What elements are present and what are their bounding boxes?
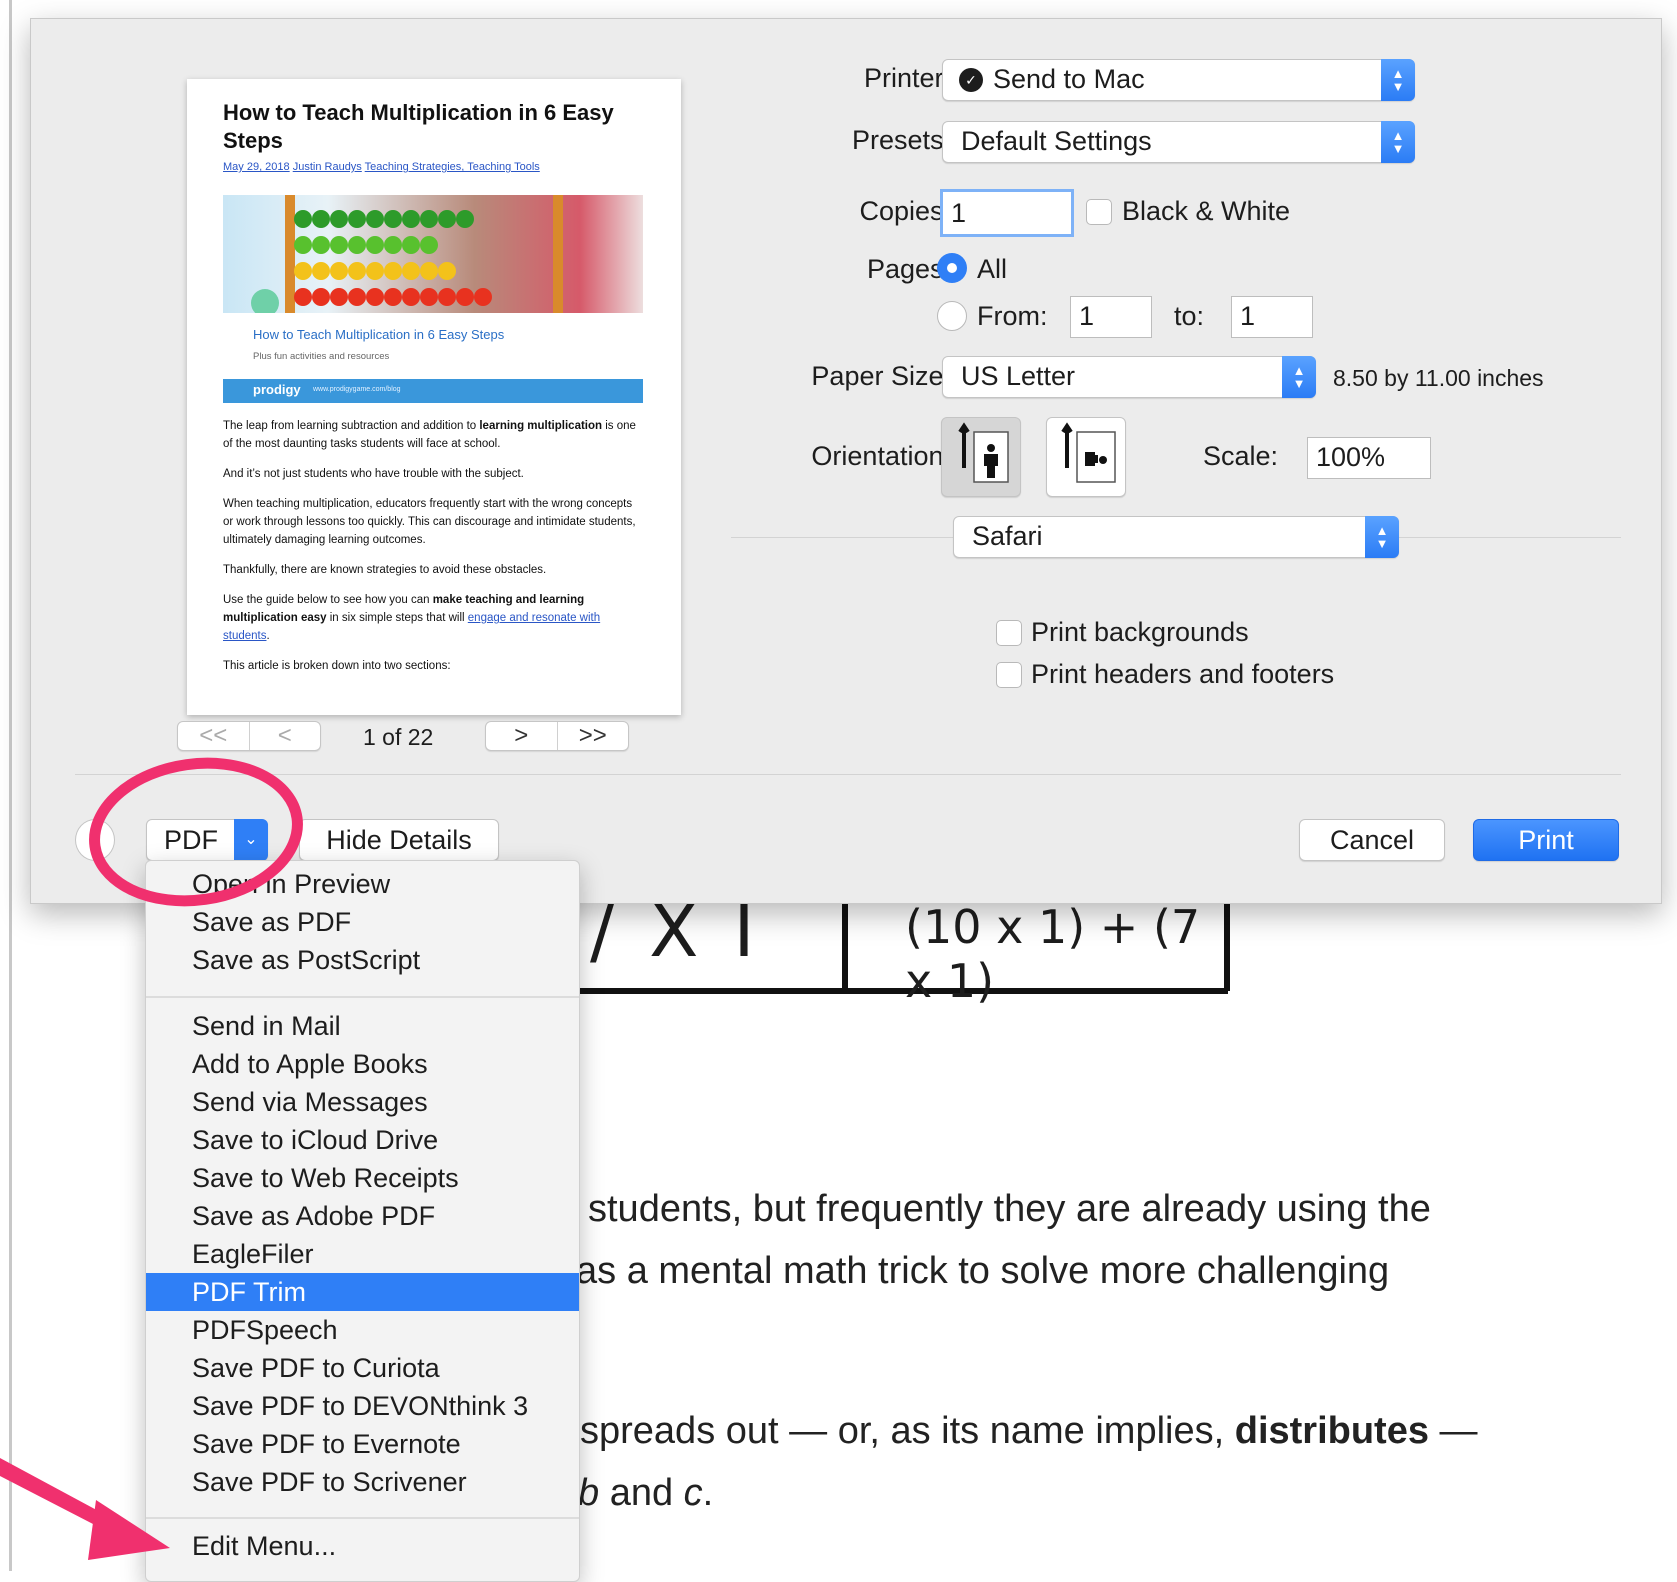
menu-item-pdfspeech[interactable]: PDFSpeech <box>146 1311 579 1349</box>
body-text-line: as a mental math trick to solve more cha… <box>576 1250 1390 1292</box>
print-dialog: How to Teach Multiplication in 6 Easy St… <box>30 18 1662 904</box>
copies-field[interactable]: 1 <box>940 189 1074 237</box>
black-white-label: Black & White <box>1122 196 1291 226</box>
chevron-up-down-icon: ▲ ▼ <box>1365 516 1399 558</box>
orientation-label: Orientation: <box>811 441 951 471</box>
menu-item-edit-menu[interactable]: Edit Menu... <box>146 1527 579 1565</box>
menu-item-save-to-icloud[interactable]: Save to iCloud Drive <box>146 1121 579 1159</box>
pages-to-field[interactable]: 1 <box>1231 296 1313 338</box>
chevron-up-down-icon: ▲ ▼ <box>1282 356 1316 398</box>
print-headers-footers-label: Print headers and footers <box>1031 659 1335 689</box>
menu-separator <box>146 1517 579 1519</box>
help-button[interactable] <box>75 819 115 861</box>
printer-value: Send to Mac <box>993 64 1145 94</box>
footer-divider <box>75 774 1621 775</box>
preview-brand-bar: prodigy www.prodigygame.com/blog <box>223 379 643 403</box>
background-table-fragment: / X I (10 x 1) + (7 x 1) <box>520 889 1230 1008</box>
preview-paragraph: Thankfully, there are known strategies t… <box>223 564 547 576</box>
paper-size-value: US Letter <box>961 361 1076 391</box>
menu-item-save-pdf-to-scrivener[interactable]: Save PDF to Scrivener <box>146 1463 579 1501</box>
last-page-button[interactable]: >> <box>556 722 629 750</box>
pages-all-label: All <box>977 254 1008 284</box>
orientation-landscape-button[interactable] <box>1046 417 1126 497</box>
pages-label: Pages: <box>866 254 951 284</box>
pages-to-label: to: <box>1174 301 1205 331</box>
body-text-line: b and c. <box>578 1472 714 1514</box>
scale-label: Scale: <box>1203 441 1279 471</box>
preview-paragraph: When teaching multiplication, educators … <box>223 498 636 546</box>
landscape-person-icon <box>1061 422 1116 483</box>
print-button[interactable]: Print <box>1473 819 1619 861</box>
menu-item-save-pdf-to-devonthink[interactable]: Save PDF to DEVONthink 3 <box>146 1387 579 1425</box>
menu-separator <box>146 996 579 998</box>
page-indicator: 1 of 22 <box>363 724 434 750</box>
scale-field[interactable]: 100% <box>1307 437 1431 479</box>
print-preview-page: How to Teach Multiplication in 6 Easy St… <box>187 79 681 715</box>
chevron-up-down-icon: ▲ ▼ <box>1381 121 1415 163</box>
menu-item-send-via-messages[interactable]: Send via Messages <box>146 1083 579 1121</box>
menu-item-eaglefiler[interactable]: EagleFiler <box>146 1235 579 1273</box>
brand-url: www.prodigygame.com/blog <box>313 386 401 393</box>
portrait-person-icon <box>958 422 1009 483</box>
pages-from-label: From: <box>977 301 1048 331</box>
preview-meta: May 29, 2018 Justin Raudys Teaching Stra… <box>223 161 540 173</box>
preview-banner-title: How to Teach Multiplication in 6 Easy St… <box>253 327 505 342</box>
black-white-checkbox[interactable] <box>1086 199 1112 225</box>
chevron-up-down-icon: ▲ ▼ <box>1381 59 1415 101</box>
next-page-button[interactable]: > <box>486 722 557 750</box>
pages-range-radio[interactable] <box>937 301 967 331</box>
menu-item-save-as-pdf[interactable]: Save as PDF <box>146 903 579 941</box>
abacus-illustration <box>251 195 563 313</box>
presets-popup[interactable]: Default Settings ▲ ▼ <box>942 121 1415 163</box>
printer-popup[interactable]: ✓ Send to Mac ▲ ▼ <box>942 59 1415 101</box>
pages-from-field[interactable]: 1 <box>1070 296 1152 338</box>
menu-item-add-to-apple-books[interactable]: Add to Apple Books <box>146 1045 579 1083</box>
menu-item-open-in-preview[interactable]: Open in Preview <box>146 865 579 903</box>
printer-label: Printer: <box>863 63 951 93</box>
background-page-edge <box>9 0 12 1571</box>
pdf-button-label: PDF <box>164 825 218 855</box>
pages-all-radio[interactable] <box>937 253 967 283</box>
previous-page-button[interactable]: < <box>248 722 321 750</box>
menu-item-save-to-web-receipts[interactable]: Save to Web Receipts <box>146 1159 579 1197</box>
preview-paragraph: Use the guide below to see how you can m… <box>223 594 601 642</box>
print-backgrounds-checkbox[interactable] <box>996 620 1022 646</box>
pdf-dropdown-menu: Open in Preview Save as PDF Save as Post… <box>145 860 580 1582</box>
app-options-popup[interactable]: Safari ▲ ▼ <box>953 516 1399 558</box>
orientation-portrait-button[interactable] <box>941 417 1021 497</box>
presets-value: Default Settings <box>961 126 1152 156</box>
copies-label: Copies: <box>859 196 951 226</box>
page-nav-forward-group: > >> <box>485 721 629 751</box>
cancel-button[interactable]: Cancel <box>1299 819 1445 861</box>
preview-title: How to Teach Multiplication in 6 Easy St… <box>223 100 614 153</box>
page-nav-back-group: << < <box>177 721 321 751</box>
menu-item-send-in-mail[interactable]: Send in Mail <box>146 1007 579 1045</box>
hide-details-button[interactable]: Hide Details <box>299 819 499 861</box>
chevron-down-icon: ⌄ <box>234 819 268 861</box>
table-cell-text: (10 x 1) + (7 x 1) <box>905 900 1201 1008</box>
preview-paragraph: And it’s not just students who have trou… <box>223 468 524 480</box>
menu-item-save-pdf-to-curiota[interactable]: Save PDF to Curiota <box>146 1349 579 1387</box>
menu-item-pdf-trim[interactable]: PDF Trim <box>146 1273 579 1311</box>
paper-dimensions: 8.50 by 11.00 inches <box>1333 365 1544 391</box>
presets-label: Presets: <box>851 125 951 155</box>
print-backgrounds-label: Print backgrounds <box>1031 617 1249 647</box>
paper-size-popup[interactable]: US Letter ▲ ▼ <box>942 356 1316 398</box>
preview-paragraph: This article is broken down into two sec… <box>223 660 451 672</box>
menu-item-save-as-adobe-pdf[interactable]: Save as Adobe PDF <box>146 1197 579 1235</box>
app-options-value: Safari <box>972 521 1043 551</box>
preview-banner-subtitle: Plus fun activities and resources <box>253 351 390 362</box>
print-headers-footers-checkbox[interactable] <box>996 662 1022 688</box>
brand-logo-text: prodigy <box>253 382 301 397</box>
body-text-line: spreads out — or, as its name implies, d… <box>580 1410 1478 1452</box>
menu-item-save-as-postscript[interactable]: Save as PostScript <box>146 941 579 979</box>
paper-size-label: Paper Size: <box>811 361 951 391</box>
preview-hero-image <box>223 195 643 313</box>
body-text-line: students, but frequently they are alread… <box>588 1188 1431 1230</box>
preview-paragraph: The leap from learning subtraction and a… <box>223 420 636 450</box>
menu-item-save-pdf-to-evernote[interactable]: Save PDF to Evernote <box>146 1425 579 1463</box>
pdf-menu-button[interactable]: PDF ⌄ <box>146 819 268 861</box>
first-page-button[interactable]: << <box>178 722 249 750</box>
printer-app-icon: ✓ <box>959 68 983 92</box>
